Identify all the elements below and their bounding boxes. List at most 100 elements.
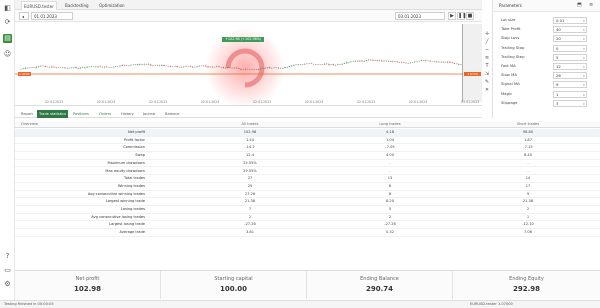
param-label: Trailing Stop: [501, 44, 525, 50]
settings-icon[interactable]: ⚙: [3, 280, 12, 289]
spinner-icon[interactable]: ⇕: [582, 55, 585, 61]
tab-positions[interactable]: Positions: [71, 110, 91, 118]
trash-icon[interactable]: ✕: [483, 86, 491, 94]
table-row: Maximum drawdown 25.55% - -: [15, 160, 600, 168]
prev-button[interactable]: ◂: [19, 12, 29, 20]
row-all-value: 12.4: [245, 153, 254, 158]
candle-body: [425, 60, 427, 61]
line-tool-icon[interactable]: ╱: [483, 38, 491, 46]
menu-icon[interactable]: ≡: [589, 3, 593, 8]
param-value: 3: [556, 100, 559, 106]
tab-trade-statistics[interactable]: Trade statistics: [37, 110, 68, 118]
param-input[interactable]: 20 ⇕: [553, 35, 587, 43]
row-short-value: 8.40: [523, 153, 532, 158]
fib-tool-icon[interactable]: ≡: [483, 54, 491, 62]
candle-body: [169, 66, 172, 67]
candle-body: [376, 60, 379, 61]
param-input[interactable]: 0.01 ⇕: [553, 17, 587, 24]
spinner-icon[interactable]: ⇕: [582, 73, 585, 79]
summary-label: Starting capital: [214, 276, 253, 282]
row-long-value: -7.05: [385, 145, 395, 150]
param-label: Signal MA: [501, 81, 520, 87]
row-label: Profit factor: [123, 137, 145, 142]
text-tool-icon[interactable]: T: [483, 62, 491, 70]
tab-report[interactable]: Report: [19, 110, 35, 118]
chart-tester-icon[interactable]: ▤: [3, 34, 12, 43]
col-long-trades: Long trades: [379, 122, 401, 126]
param-input[interactable]: 9 ⇕: [553, 81, 587, 89]
row-label: Commission: [123, 145, 145, 150]
candle-body: [183, 66, 185, 68]
row-long-value: 8.20: [385, 199, 394, 204]
tab-backtesting[interactable]: Backtesting: [63, 1, 91, 10]
stop-button[interactable]: ■: [466, 12, 474, 20]
candle-body: [343, 63, 346, 64]
play-button[interactable]: ▶: [448, 12, 456, 20]
spinner-icon[interactable]: ⇕: [582, 36, 585, 42]
tab-optimization[interactable]: Optimization: [97, 1, 127, 10]
measure-tool-icon[interactable]: ⇲: [483, 70, 491, 78]
param-row: Lot size 0.01 ⇕: [493, 16, 600, 24]
device-icon[interactable]: ▭: [3, 266, 12, 275]
users-icon[interactable]: ☺: [3, 50, 12, 59]
table-header: Overview All trades Long trades Short tr…: [15, 121, 600, 128]
help-icon[interactable]: ?: [3, 252, 12, 261]
x-axis-label: 03.01.2023: [461, 100, 479, 104]
crosshair-icon[interactable]: ✛: [483, 30, 491, 38]
stats-table: Overview All trades Long trades Short tr…: [15, 121, 600, 263]
date-to-input[interactable]: 03.01.2023: [395, 12, 445, 20]
param-input[interactable]: 0 ⇕: [553, 44, 587, 52]
candle-body: [106, 66, 108, 68]
candle-body: [205, 65, 207, 67]
x-axis-label: 02.01.2023: [409, 100, 427, 104]
param-input[interactable]: 40 ⇕: [553, 26, 587, 34]
param-input[interactable]: 3 ⇕: [553, 99, 587, 107]
candle-body: [389, 60, 392, 62]
pause-button[interactable]: ❚❚: [457, 12, 466, 20]
row-short-value: 14: [525, 176, 531, 181]
row-short-value: 98.80: [522, 130, 534, 134]
param-input[interactable]: 26 ⇕: [553, 72, 587, 80]
expand-icon[interactable]: ◧: [3, 4, 12, 13]
summary-label: Ending Equity: [509, 276, 544, 282]
date-from-input[interactable]: 01.01.2023: [31, 12, 73, 20]
tab-history[interactable]: History: [119, 110, 136, 118]
hline-tool-icon[interactable]: ─: [483, 46, 491, 54]
tab-symbol[interactable]: EURUSD.tester: [21, 1, 57, 10]
param-row: Trailing Stop 0 ⇕: [493, 44, 600, 52]
price-chart[interactable]: 02.01.2023 02.01.2023 02.01.2023 02.01.2023…: [15, 22, 482, 108]
summary-net-profit: Net profit 102.98: [15, 271, 161, 299]
pencil-icon[interactable]: ✎: [483, 78, 491, 86]
history-icon[interactable]: ⟳: [3, 18, 12, 27]
param-input[interactable]: 5 ⇕: [553, 53, 587, 61]
row-all-value: 1.44: [245, 137, 254, 142]
candle-body: [207, 66, 209, 68]
row-all-value: 102.98: [243, 130, 257, 134]
spinner-icon[interactable]: ⇕: [582, 64, 585, 70]
param-input[interactable]: 12 ⇕: [553, 63, 587, 70]
table-row: Winning trades 25 8 17: [15, 183, 600, 191]
table-row: Avg consecutive winning trades 27.26 8 9: [15, 191, 600, 199]
tab-orders[interactable]: Orders: [97, 110, 113, 118]
tab-journal[interactable]: Journal: [141, 110, 157, 118]
row-long-value: 4.00: [385, 153, 394, 158]
tab-balance[interactable]: Balance: [163, 110, 181, 118]
table-row: Commission -14.2 -7.05 -7.15: [15, 144, 600, 153]
row-long-value: 13: [387, 176, 393, 181]
table-row: Largest winning trade 21.38 8.20 21.38: [15, 198, 600, 206]
candle-body: [257, 69, 260, 70]
spinner-icon[interactable]: ⇕: [582, 18, 585, 24]
spinner-icon[interactable]: ⇕: [582, 46, 585, 52]
param-label: Take Profit: [501, 26, 521, 32]
spinner-icon[interactable]: ⇕: [582, 101, 585, 107]
spinner-icon[interactable]: ⇕: [582, 92, 585, 98]
report-tabs: Report Trade statistics Positions Orders…: [15, 109, 482, 118]
param-label: Magic: [501, 90, 513, 96]
param-input[interactable]: 1 ⇕: [553, 90, 587, 98]
row-label: Net profit: [127, 130, 145, 134]
panel-header: Parameters ⬒ ≡: [493, 0, 600, 12]
save-icon[interactable]: ⬒: [577, 3, 582, 8]
spinner-icon[interactable]: ⇕: [582, 27, 585, 33]
spinner-icon[interactable]: ⇕: [582, 82, 585, 88]
candle-body: [290, 65, 293, 67]
